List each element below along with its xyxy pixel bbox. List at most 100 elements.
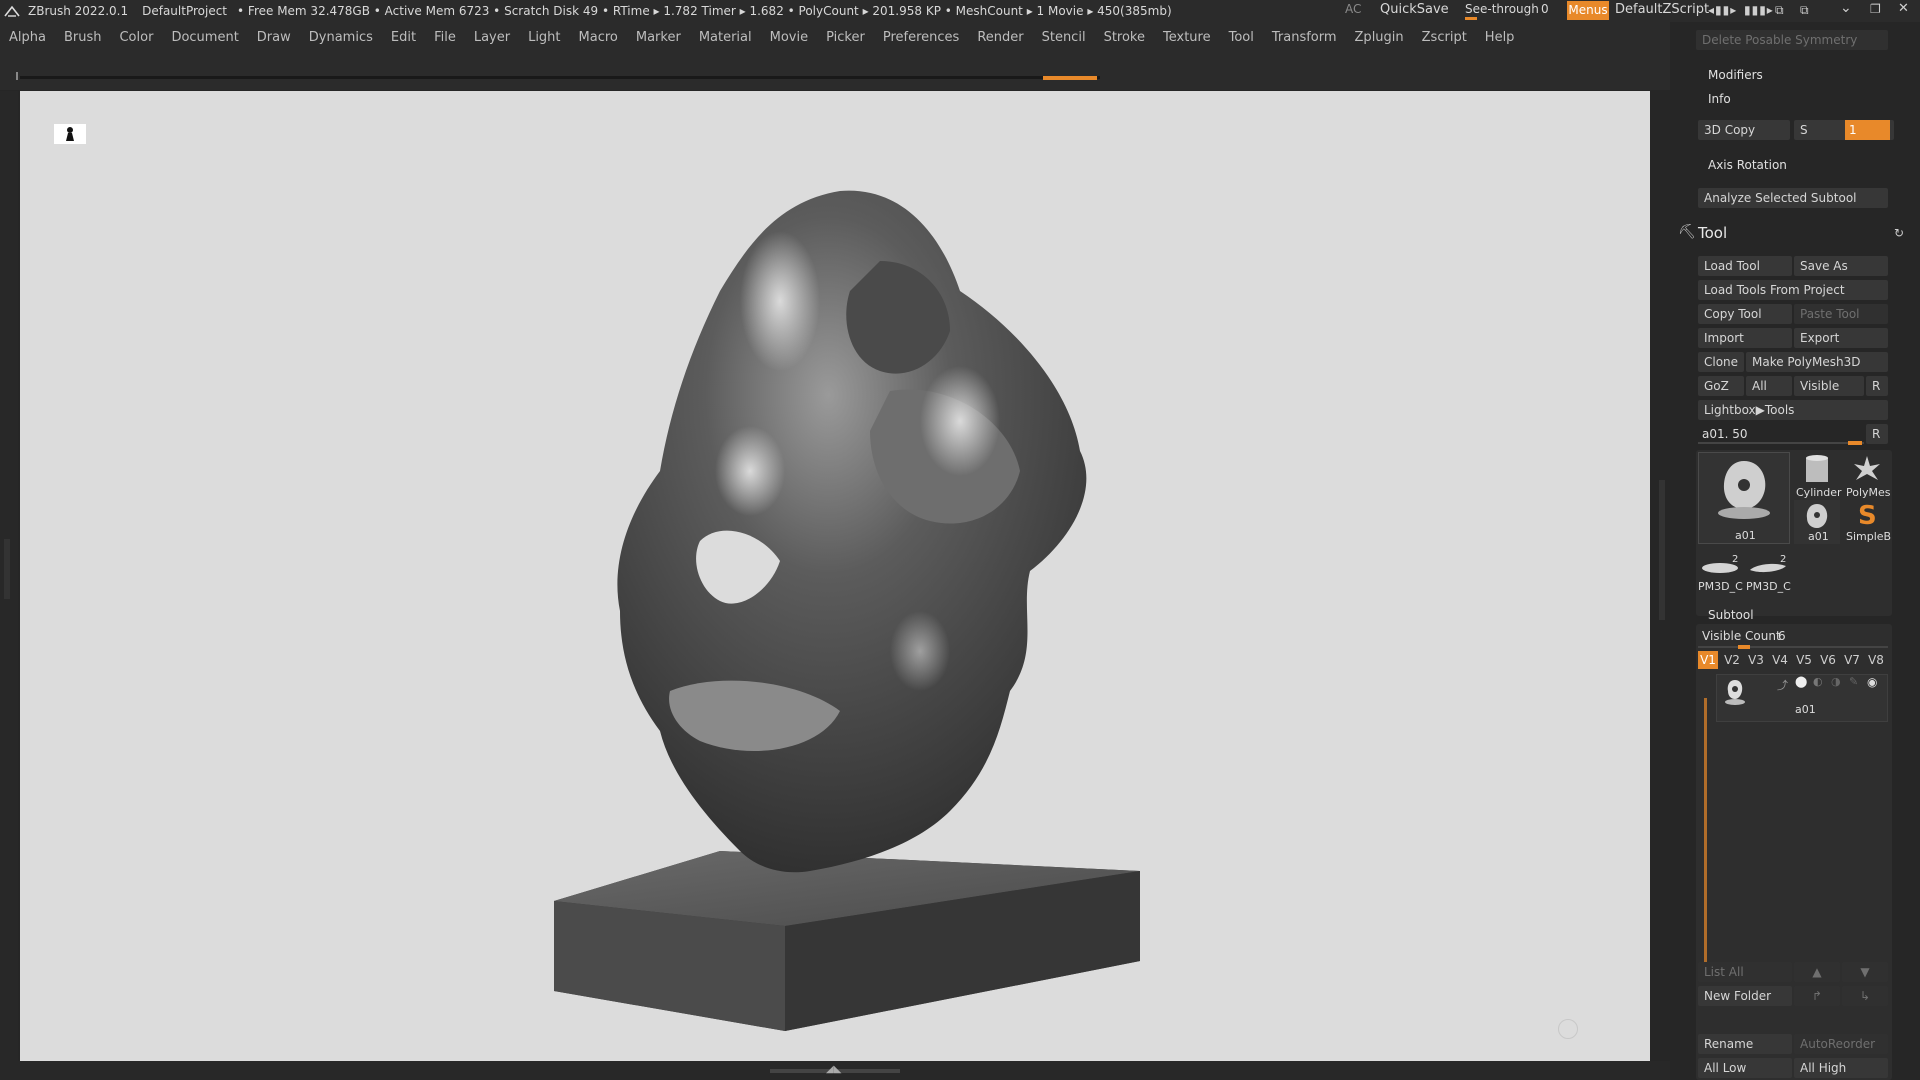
minimize-icon[interactable]: ⌄ (1840, 0, 1852, 16)
menu-draw[interactable]: Draw (257, 30, 291, 45)
menu-render[interactable]: Render (977, 30, 1023, 45)
thumb-cylinder[interactable]: Cylinder (1794, 452, 1842, 499)
menu-color[interactable]: Color (119, 30, 153, 45)
visible-count-slider[interactable]: Visible Count 6 (1698, 627, 1888, 649)
tool-title[interactable]: Tool (1698, 224, 1727, 242)
see-through-slider[interactable]: See-through 0 (1465, 0, 1555, 20)
move-down-icon[interactable]: ▼ (1842, 962, 1888, 982)
visible-count-handle[interactable] (1738, 645, 1750, 649)
timeline-track[interactable] (20, 76, 1100, 79)
subtool-polypaint-icon[interactable]: ⬤ (1795, 675, 1807, 688)
auto-reorder-button[interactable]: AutoReorder (1794, 1034, 1888, 1054)
menu-stencil[interactable]: Stencil (1042, 30, 1086, 45)
quicksave-button[interactable]: QuickSave (1380, 2, 1449, 17)
list-all-button[interactable]: List All (1698, 962, 1792, 982)
gizmo-center-icon[interactable] (1558, 1019, 1578, 1039)
menu-macro[interactable]: Macro (579, 30, 618, 45)
delete-posable-symmetry-button[interactable]: Delete Posable Symmetry (1696, 30, 1888, 50)
visibility-set-v6[interactable]: V6 (1818, 651, 1838, 669)
subtool-brush-icon[interactable]: ⤴ (1777, 677, 1788, 693)
menu-dynamics[interactable]: Dynamics (309, 30, 373, 45)
subtool-list-scrollbar[interactable] (1704, 698, 1707, 980)
load-tools-from-project-button[interactable]: Load Tools From Project (1698, 280, 1888, 300)
thumb-pm3d-2[interactable]: 2 PM3D_C (1746, 554, 1791, 598)
sculpture-model[interactable] (20, 91, 1650, 1061)
s-value-field[interactable]: 1 (1845, 120, 1890, 140)
subtool-pen-icon[interactable]: ✎ (1849, 675, 1858, 688)
goz-visible-button[interactable]: Visible (1794, 376, 1864, 396)
3d-copy-button[interactable]: 3D Copy (1698, 120, 1790, 140)
import-button[interactable]: Import (1698, 328, 1792, 348)
visibility-set-v4[interactable]: V4 (1770, 651, 1790, 669)
paste-tool-button[interactable]: Paste Tool (1794, 304, 1888, 324)
menus-toggle[interactable]: Menus (1567, 1, 1609, 20)
thumb-polymesh[interactable]: PolyMes (1844, 452, 1892, 499)
menu-brush[interactable]: Brush (64, 30, 102, 45)
tool-slider[interactable]: a01. 50 (1698, 424, 1864, 445)
menu-edit[interactable]: Edit (391, 30, 416, 45)
analyze-selected-subtool-button[interactable]: Analyze Selected Subtool (1698, 188, 1888, 208)
menu-file[interactable]: File (434, 30, 456, 45)
menu-picker[interactable]: Picker (826, 30, 865, 45)
menu-zscript[interactable]: Zscript (1422, 30, 1467, 45)
visibility-set-v1[interactable]: V1 (1698, 651, 1718, 669)
subtool-ghost-icon[interactable]: ◑ (1831, 675, 1841, 688)
menu-light[interactable]: Light (528, 30, 560, 45)
bottom-tray-toggle-icon[interactable]: ◢◣ (826, 1064, 841, 1075)
close-icon[interactable]: ✕ (1898, 1, 1909, 16)
left-tray-handle[interactable] (4, 539, 10, 599)
menu-stroke[interactable]: Stroke (1104, 30, 1145, 45)
tool-slider-handle[interactable] (1848, 441, 1862, 445)
thumb-a01-small[interactable]: a01 (1794, 500, 1840, 544)
subtool-half-icon[interactable]: ◐ (1813, 675, 1823, 688)
clone-button[interactable]: Clone (1698, 352, 1744, 372)
copy-tool-button[interactable]: Copy Tool (1698, 304, 1792, 324)
make-polymesh3d-button[interactable]: Make PolyMesh3D (1746, 352, 1888, 372)
thumb-simplebrush[interactable]: S SimpleB (1844, 500, 1892, 544)
layout-toggle-2-icon[interactable]: ▮▮▮▸ (1744, 3, 1774, 17)
all-high-button[interactable]: All High (1794, 1058, 1888, 1078)
thumb-a01-main[interactable]: a01 (1698, 452, 1790, 544)
left-tray[interactable] (0, 91, 18, 1061)
visibility-set-v3[interactable]: V3 (1746, 651, 1766, 669)
default-zscript-button[interactable]: DefaultZScript (1615, 2, 1709, 17)
menu-preferences[interactable]: Preferences (883, 30, 959, 45)
window-layout-icon[interactable]: ⧉ (1800, 3, 1809, 18)
menu-alpha[interactable]: Alpha (9, 30, 46, 45)
axis-rotation-header[interactable]: Axis Rotation (1708, 158, 1787, 172)
menu-movie[interactable]: Movie (770, 30, 808, 45)
goz-button[interactable]: GoZ (1698, 376, 1744, 396)
menu-layer[interactable]: Layer (474, 30, 510, 45)
menu-marker[interactable]: Marker (636, 30, 681, 45)
timeline-marker[interactable] (1043, 76, 1097, 80)
subtool-item-a01[interactable]: ⤴ ⬤ ◐ ◑ ✎ ◉ a01 (1716, 674, 1888, 722)
restore-icon[interactable]: ❐ (1870, 2, 1881, 16)
visibility-set-v7[interactable]: V7 (1842, 651, 1862, 669)
menu-transform[interactable]: Transform (1272, 30, 1337, 45)
save-as-button[interactable]: Save As (1794, 256, 1888, 276)
menu-document[interactable]: Document (171, 30, 238, 45)
tool-slider-r-button[interactable]: R (1866, 424, 1888, 444)
visibility-set-v2[interactable]: V2 (1722, 651, 1742, 669)
new-folder-button[interactable]: New Folder (1698, 986, 1792, 1006)
rename-button[interactable]: Rename (1698, 1034, 1792, 1054)
menu-material[interactable]: Material (699, 30, 752, 45)
menu-tool[interactable]: Tool (1229, 30, 1254, 45)
window-arrange-icon[interactable]: ⧉ (1775, 3, 1784, 18)
thumb-pm3d-1[interactable]: 2 PM3D_C (1698, 554, 1743, 598)
layout-toggle-icon[interactable]: ◂▮▮▸ (1708, 3, 1737, 17)
canvas-viewport[interactable] (20, 91, 1650, 1061)
folder-arrow-up-icon[interactable]: ↱ (1794, 986, 1840, 1006)
export-button[interactable]: Export (1794, 328, 1888, 348)
modifiers-header[interactable]: Modifiers (1708, 68, 1763, 82)
visibility-set-v8[interactable]: V8 (1866, 651, 1886, 669)
right-tray-handle[interactable] (1659, 480, 1665, 620)
info-header[interactable]: Info (1708, 92, 1731, 106)
goz-r-button[interactable]: R (1866, 376, 1888, 396)
visibility-set-v5[interactable]: V5 (1794, 651, 1814, 669)
subtool-visibility-eye-icon[interactable]: ◉ (1867, 675, 1877, 689)
refresh-icon[interactable]: ↻ (1894, 226, 1904, 240)
menu-texture[interactable]: Texture (1163, 30, 1211, 45)
menu-help[interactable]: Help (1485, 30, 1515, 45)
lightbox-tools-button[interactable]: Lightbox▶Tools (1698, 400, 1888, 420)
